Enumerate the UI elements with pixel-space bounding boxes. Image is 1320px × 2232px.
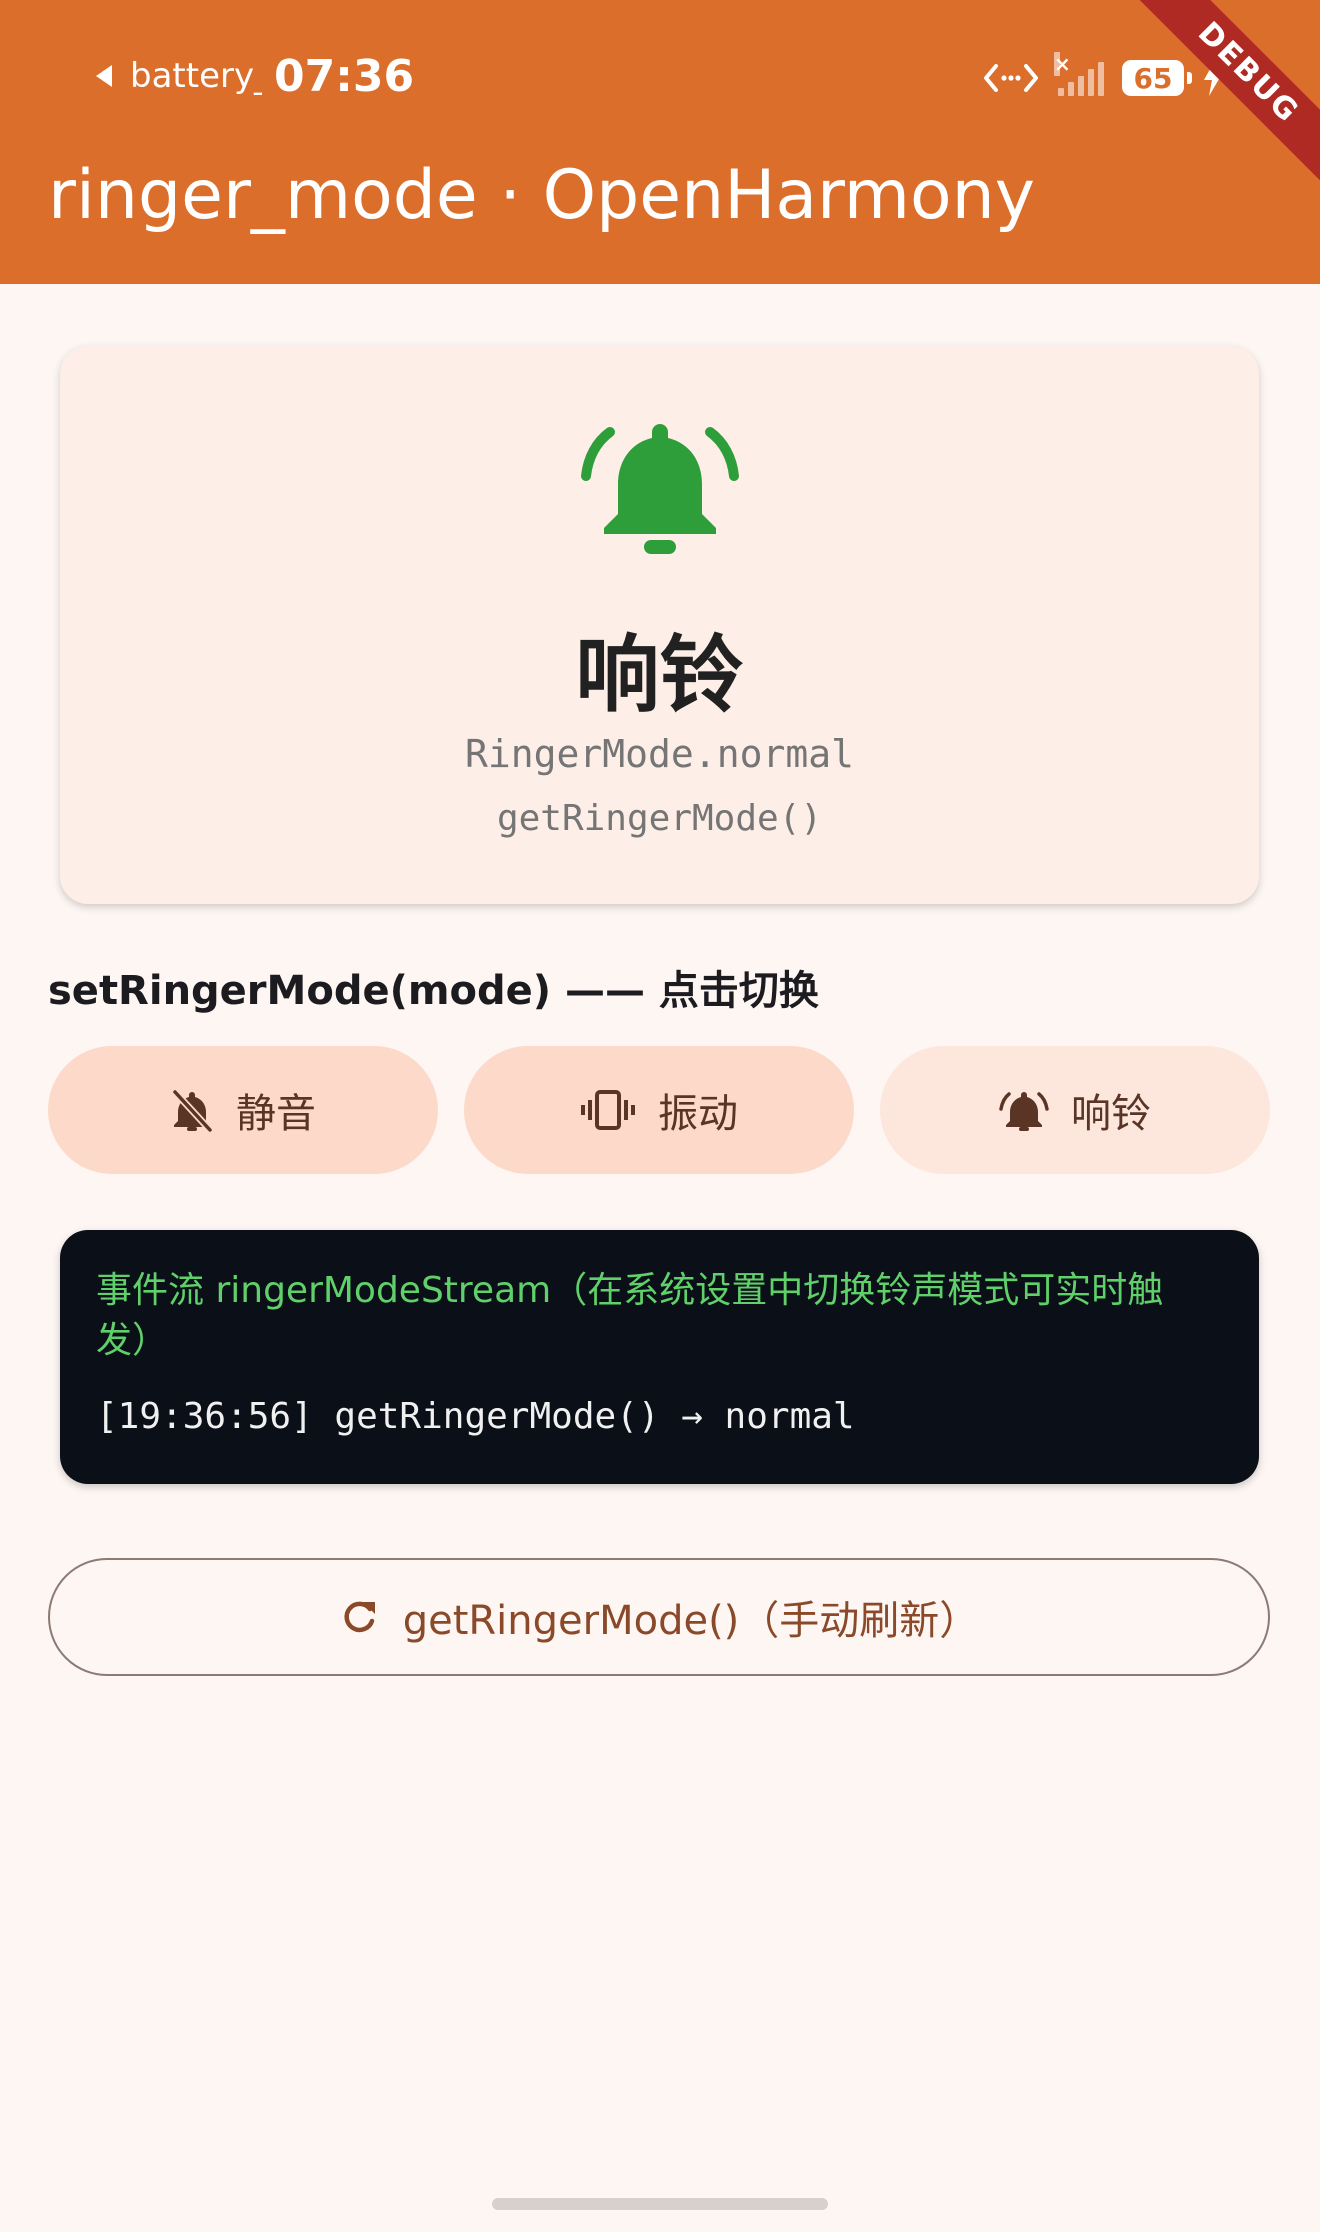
event-log-line: [19:36:56] getRingerMode() → normal xyxy=(96,1396,855,1437)
bell-off-icon xyxy=(172,1089,213,1132)
silent-mode-label: 静音 xyxy=(236,1091,316,1137)
bell-ringing-icon xyxy=(580,410,740,560)
event-log-header: 事件流 ringerModeStream（在系统设置中切换铃声模式可实时触发） xyxy=(96,1270,1164,1361)
code-arrows-icon xyxy=(984,64,1038,92)
status-bar-right: × 65 xyxy=(982,50,1224,106)
current-mode-api: getRingerMode() xyxy=(496,798,823,839)
back-triangle-icon[interactable] xyxy=(96,65,112,87)
status-app-label: battery_ xyxy=(130,56,262,96)
set-mode-section-label: setRingerMode(mode) —— 点击切换 xyxy=(48,968,819,1014)
silent-mode-button[interactable]: 静音 xyxy=(48,1046,438,1174)
page-title: ringer_mode · OpenHarmony xyxy=(48,156,1035,235)
home-indicator[interactable] xyxy=(492,2198,828,2210)
app-bar: battery_ 07:36 × 65 ringer_mode · OpenHa… xyxy=(0,0,1320,284)
refresh-label: getRingerMode()（手动刷新） xyxy=(402,1598,980,1644)
current-mode-title: 响铃 xyxy=(575,626,744,724)
ring-mode-label: 响铃 xyxy=(1071,1091,1151,1137)
current-mode-enum: RingerMode.normal xyxy=(465,732,854,776)
bell-ringing-icon xyxy=(999,1092,1049,1131)
signal-icon: × xyxy=(1054,52,1104,96)
vibrate-icon xyxy=(581,1090,635,1130)
refresh-button[interactable]: getRingerMode()（手动刷新） xyxy=(48,1558,1270,1676)
event-log-panel: 事件流 ringerModeStream（在系统设置中切换铃声模式可实时触发） … xyxy=(60,1230,1259,1484)
status-time: 07:36 xyxy=(274,50,415,102)
vibrate-mode-label: 振动 xyxy=(658,1091,738,1137)
battery-icon: 65 xyxy=(1122,60,1192,96)
current-mode-card: 响铃 RingerMode.normal getRingerMode() xyxy=(60,346,1259,904)
refresh-icon xyxy=(344,1601,375,1633)
battery-level: 65 xyxy=(1133,61,1173,95)
vibrate-mode-button[interactable]: 振动 xyxy=(464,1046,854,1174)
ring-mode-button[interactable]: 响铃 xyxy=(880,1046,1270,1174)
status-bar-left: battery_ 07:36 xyxy=(96,48,414,104)
